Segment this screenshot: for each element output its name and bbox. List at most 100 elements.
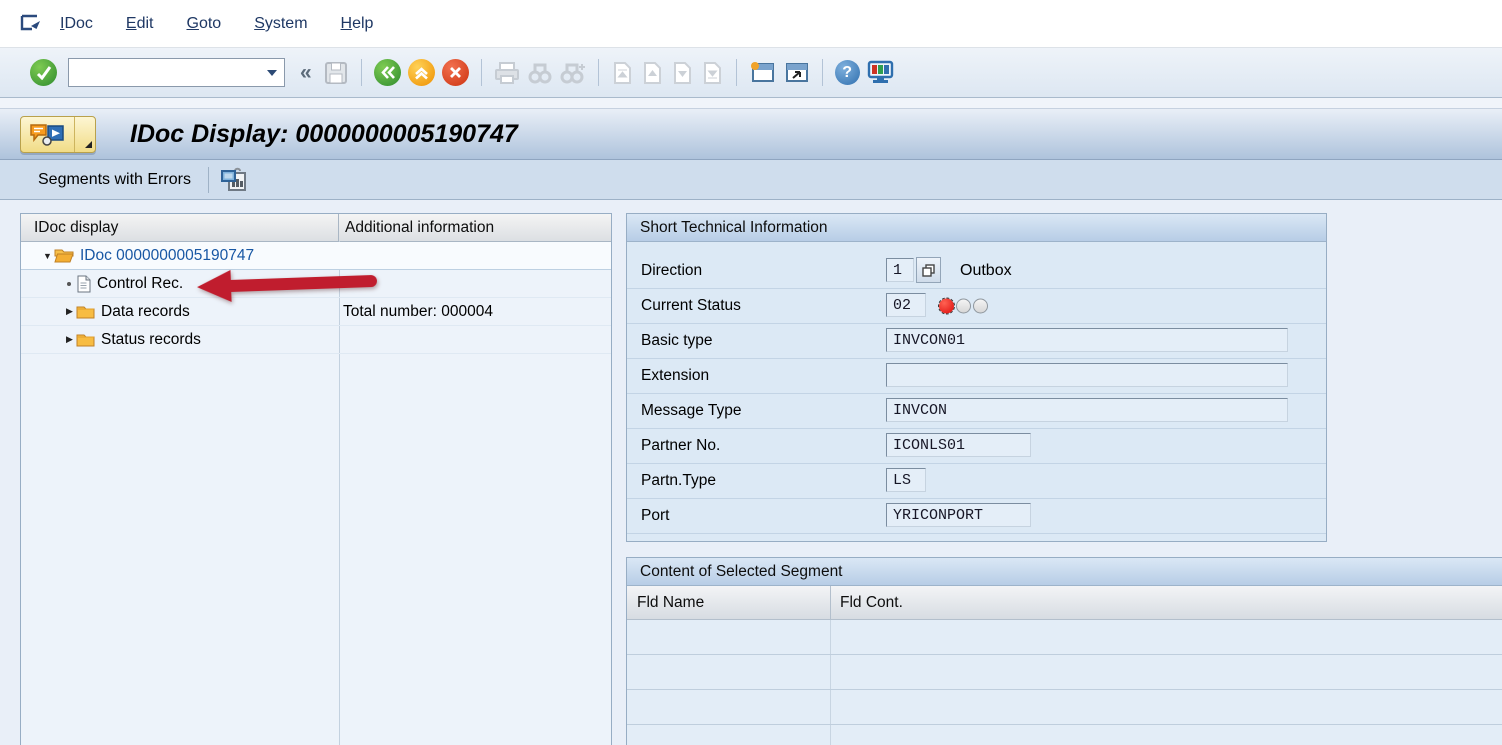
- field-row-direction: Direction 1 Outbox: [627, 254, 1326, 289]
- exit-button[interactable]: [408, 59, 435, 86]
- menu-system[interactable]: System: [254, 15, 307, 33]
- tree-label-idoc[interactable]: IDoc 0000000005190747: [80, 247, 254, 265]
- menu-bar: IDoc Edit Goto System Help: [0, 0, 1502, 48]
- title-bar: IDoc Display: 0000000005190747: [0, 108, 1502, 160]
- customize-local-layout-button[interactable]: [867, 60, 894, 85]
- application-toolbar: Segments with Errors: [0, 160, 1502, 200]
- page-title: IDoc Display: 0000000005190747: [130, 120, 518, 149]
- tree-label-data-records[interactable]: Data records: [101, 303, 190, 321]
- field-label: Extension: [641, 367, 709, 385]
- status-red-light: [939, 299, 954, 314]
- column-fld-name: Fld Name: [627, 586, 831, 619]
- tree-row-idoc[interactable]: ▼ IDoc 0000000005190747: [21, 242, 611, 270]
- segments-with-errors-button[interactable]: Segments with Errors: [38, 171, 191, 189]
- short-technical-information-panel: Short Technical Information Direction 1 …: [626, 213, 1327, 542]
- first-page-icon: [611, 61, 634, 85]
- open-folder-icon: [54, 248, 74, 263]
- menu-edit[interactable]: Edit: [126, 15, 154, 33]
- main-area: IDoc display Additional information ▼ ID…: [0, 200, 1502, 745]
- exit-session-icon[interactable]: [18, 11, 48, 37]
- current-status-field[interactable]: 02: [886, 293, 926, 317]
- find-next-icon: [560, 61, 586, 84]
- field-label: Message Type: [641, 402, 742, 420]
- basic-type-field[interactable]: INVCON01: [886, 328, 1288, 352]
- port-field[interactable]: YRICONPORT: [886, 503, 1031, 527]
- copy-icon-button[interactable]: [916, 257, 941, 283]
- chevron-right-icon[interactable]: ▶: [63, 334, 76, 345]
- panel-title: Content of Selected Segment: [627, 558, 1502, 586]
- command-dropdown-icon[interactable]: [267, 70, 277, 76]
- command-input[interactable]: [69, 58, 267, 87]
- toolbar-separator: [822, 59, 823, 86]
- table-row: [627, 725, 1502, 745]
- field-row-partner-no: Partner No. ICONLS01: [627, 429, 1326, 464]
- tree-row-status-records[interactable]: ▶ Status records: [21, 326, 611, 354]
- partner-type-field[interactable]: LS: [886, 468, 926, 492]
- field-label: Port: [641, 507, 669, 525]
- display-services-button[interactable]: [220, 167, 249, 193]
- direction-field[interactable]: 1: [886, 258, 914, 282]
- last-page-icon: [701, 61, 724, 85]
- table-row: [627, 655, 1502, 690]
- menu-idoc[interactable]: IDoc: [60, 15, 93, 33]
- field-row-basic-type: Basic type INVCON01: [627, 324, 1326, 359]
- field-label: Partner No.: [641, 437, 720, 455]
- tree-label-status-records[interactable]: Status records: [101, 331, 201, 349]
- arrow-head: [196, 270, 231, 303]
- partner-no-field[interactable]: ICONLS01: [886, 433, 1031, 457]
- status-off-light: [956, 299, 971, 314]
- field-row-current-status: Current Status 02: [627, 289, 1326, 324]
- collapse-toolbar-icon[interactable]: «: [300, 61, 312, 85]
- field-row-message-type: Message Type INVCON: [627, 394, 1326, 429]
- folder-icon: [76, 332, 95, 347]
- corner-triangle-icon: [85, 141, 92, 148]
- print-icon: [494, 61, 520, 85]
- toolbar-separator: [598, 59, 599, 86]
- segment-table-header: Fld Name Fld Cont.: [627, 586, 1502, 620]
- field-rows: Direction 1 Outbox Current Status 02: [627, 242, 1326, 534]
- cancel-button[interactable]: [442, 59, 469, 86]
- menu-goto[interactable]: Goto: [186, 15, 221, 33]
- tree-info-total-number: Total number: 000004: [343, 298, 493, 325]
- gui-services-button[interactable]: [20, 116, 96, 153]
- tree-column-additional-information: Additional information: [339, 214, 611, 241]
- content-of-selected-segment-panel: Content of Selected Segment Fld Name Fld…: [626, 557, 1502, 745]
- annotation-arrow: [196, 265, 377, 303]
- field-row-extension: Extension: [627, 359, 1326, 394]
- help-button[interactable]: ?: [835, 60, 860, 85]
- help-icon: ?: [835, 60, 860, 85]
- status-traffic-light-icon[interactable]: [939, 299, 988, 314]
- leaf-dot-icon: [67, 282, 71, 286]
- toolbar-separator: [481, 59, 482, 86]
- back-button[interactable]: [374, 59, 401, 86]
- panel-title: Short Technical Information: [627, 214, 1326, 242]
- find-icon: [527, 61, 553, 84]
- enter-button[interactable]: [30, 59, 57, 86]
- create-shortcut-button[interactable]: [783, 61, 810, 84]
- extension-field[interactable]: [886, 363, 1288, 387]
- standard-toolbar: «: [0, 48, 1502, 98]
- new-session-button[interactable]: [749, 61, 776, 84]
- segments-services-icon: [220, 167, 249, 193]
- tree-column-idoc-display: IDoc display: [21, 214, 339, 241]
- tree-row-data-records[interactable]: ▶ Data records Total number: 000004: [21, 298, 611, 326]
- page-up-icon: [641, 61, 664, 85]
- direction-text: Outbox: [960, 262, 1012, 280]
- save-button[interactable]: [323, 60, 349, 86]
- table-row: [627, 690, 1502, 725]
- field-label: Current Status: [641, 297, 741, 315]
- toolbar-separator: [208, 167, 209, 193]
- document-icon: [76, 275, 91, 293]
- chevron-right-icon[interactable]: ▶: [63, 306, 76, 317]
- menu-help[interactable]: Help: [341, 15, 374, 33]
- copy-icon: [921, 263, 936, 278]
- sap-gui-window: IDoc Edit Goto System Help «: [0, 0, 1502, 745]
- services-dropdown[interactable]: [74, 117, 95, 152]
- message-type-field[interactable]: INVCON: [886, 398, 1288, 422]
- tree-label-control-rec[interactable]: Control Rec.: [97, 275, 183, 293]
- toolbar-separator: [736, 59, 737, 86]
- table-row: [627, 620, 1502, 655]
- chevron-down-icon[interactable]: ▼: [41, 251, 54, 261]
- column-fld-cont: Fld Cont.: [831, 586, 903, 619]
- arrow-shaft: [229, 275, 377, 292]
